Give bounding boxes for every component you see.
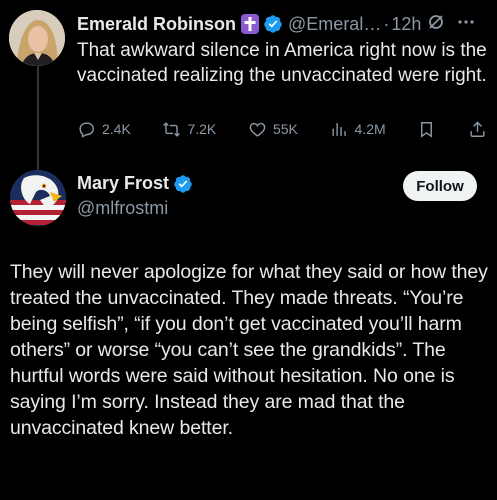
- thread-tweet-header: Emerald Robinson @Emeral… · 12h: [77, 12, 489, 36]
- verified-icon[interactable]: [263, 14, 283, 34]
- reply-count: 2.4K: [102, 121, 131, 137]
- like-count: 55K: [272, 121, 298, 137]
- view-count: 4.2M: [354, 121, 386, 137]
- retweet-icon: [163, 121, 181, 137]
- action-bar: 2.4K 7.2K 55K 4.2M: [77, 118, 487, 140]
- author-name[interactable]: Emerald Robinson: [77, 14, 236, 35]
- reply-icon: [79, 121, 94, 138]
- avatar[interactable]: [9, 10, 65, 66]
- thread-tweet-text: That awkward silence in America right no…: [77, 40, 487, 86]
- bookmark-button[interactable]: [417, 120, 436, 139]
- views-button[interactable]: 4.2M: [330, 120, 386, 139]
- share-icon: [470, 120, 485, 137]
- more-icon[interactable]: [457, 13, 475, 36]
- timestamp[interactable]: 12h: [391, 14, 421, 35]
- cross-icon: [241, 14, 260, 34]
- share-button[interactable]: [468, 120, 487, 139]
- views-icon: [331, 122, 346, 136]
- follow-button[interactable]: Follow: [403, 171, 477, 201]
- thread-tweet[interactable]: Emerald Robinson @Emeral… · 12h That awk…: [0, 0, 497, 160]
- retweet-button[interactable]: 7.2K: [162, 120, 216, 139]
- author-handle[interactable]: @mlfrostmi: [77, 198, 168, 219]
- reply-button[interactable]: 2.4K: [77, 120, 131, 139]
- grok-icon[interactable]: [427, 13, 445, 36]
- main-tweet-author: Mary Frost: [77, 173, 193, 194]
- like-button[interactable]: 55K: [248, 120, 298, 139]
- author-handle[interactable]: @Emeral…: [288, 14, 381, 35]
- verified-icon[interactable]: [173, 174, 193, 194]
- main-tweet-text: They will never apologize for what they …: [10, 261, 488, 439]
- like-icon: [249, 122, 266, 137]
- bookmark-icon: [421, 121, 433, 138]
- avatar[interactable]: [10, 170, 66, 226]
- author-name[interactable]: Mary Frost: [77, 173, 169, 194]
- separator-dot: ·: [383, 13, 390, 34]
- retweet-count: 7.2K: [187, 121, 217, 137]
